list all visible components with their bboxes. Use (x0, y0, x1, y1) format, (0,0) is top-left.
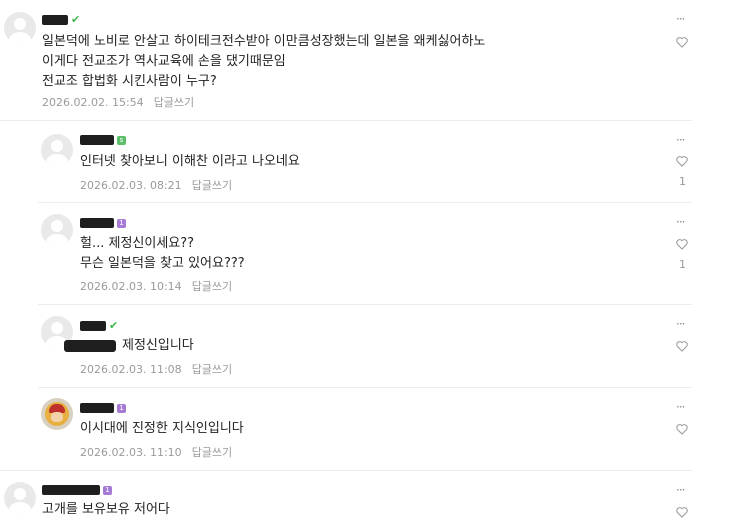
heart-icon[interactable] (675, 422, 689, 436)
divider (0, 120, 692, 121)
comment-meta: 2026.02.02. 15:54 답글쓰기 (42, 94, 194, 110)
comment-meta: 2026.02.03. 10:14 답글쓰기 (80, 278, 232, 294)
more-options-icon[interactable]: ··· (676, 318, 686, 330)
more-options-icon[interactable]: ··· (676, 484, 686, 496)
comment-text: 제정신입니다 (64, 336, 194, 356)
comment-text: 헐... 제정신이세요?? 무슨 일본덕을 찾고 있어요??? (80, 236, 245, 271)
comment-meta: 2026.02.03. 08:21 답글쓰기 (80, 177, 232, 193)
more-options-icon[interactable]: ··· (676, 134, 686, 146)
author-name[interactable]: 1 (80, 400, 126, 416)
heart-icon[interactable] (675, 35, 689, 49)
comment-date: 2026.02.02. 15:54 (42, 96, 144, 109)
reply-button[interactable]: 답글쓰기 (154, 96, 194, 109)
author-name[interactable]: ✔ (80, 318, 118, 334)
reply-button[interactable]: 답글쓰기 (192, 446, 232, 459)
comment-date: 2026.02.03. 11:08 (80, 363, 182, 376)
avatar[interactable] (4, 12, 36, 44)
reply-button[interactable]: 답글쓰기 (192, 280, 232, 293)
comment-text: 이시대에 진정한 지식인입니다 (80, 421, 244, 436)
avatar[interactable] (41, 398, 73, 430)
level-badge-icon: 1 (117, 218, 126, 228)
reply-button[interactable]: 답글쓰기 (192, 363, 232, 376)
divider (38, 304, 692, 305)
author-name[interactable]: s (80, 132, 126, 148)
more-options-icon[interactable]: ··· (676, 401, 686, 413)
heart-icon[interactable] (675, 154, 689, 168)
divider (38, 202, 692, 203)
heart-icon[interactable] (675, 505, 689, 519)
comment-date: 2026.02.03. 11:10 (80, 446, 182, 459)
author-name[interactable]: 1 (42, 482, 112, 498)
more-options-icon[interactable]: ··· (676, 13, 686, 25)
author-name[interactable]: 1 (80, 215, 126, 231)
heart-icon[interactable] (675, 339, 689, 353)
more-options-icon[interactable]: ··· (676, 216, 686, 228)
leaf-badge-icon: ✔ (109, 319, 119, 332)
comment-date: 2026.02.03. 08:21 (80, 179, 182, 192)
level-badge-icon: 1 (103, 485, 112, 495)
like-count: 1 (679, 258, 686, 271)
avatar[interactable] (4, 482, 36, 514)
comment-text: 인터넷 찾아보니 이해찬 이라고 나오네요 (80, 154, 300, 169)
author-name[interactable]: ✔ (42, 12, 80, 28)
comment-meta: 2026.02.03. 11:10 답글쓰기 (80, 444, 232, 460)
avatar[interactable] (41, 214, 73, 246)
redaction-mark (64, 339, 116, 352)
comment-date: 2026.02.03. 10:14 (80, 280, 182, 293)
comment-text: 일본덕에 노비로 안살고 하이테크전수받아 이만큼성장했는데 일본을 왜케싫어하… (42, 34, 486, 89)
level-badge-icon: 1 (117, 403, 126, 413)
heart-icon[interactable] (675, 237, 689, 251)
comment-section: ✔ 일본덕에 노비로 안살고 하이테크전수받아 이만큼성장했는데 일본을 왜케싫… (0, 0, 737, 530)
avatar[interactable] (41, 134, 73, 166)
comment-meta: 2026.02.03. 11:08 답글쓰기 (80, 361, 232, 377)
divider (38, 387, 692, 388)
comment-text: 고개를 보유보유 저어다 (42, 502, 170, 517)
leaf-badge-icon: ✔ (71, 13, 81, 26)
like-count: 1 (679, 175, 686, 188)
level-badge-icon: s (117, 135, 126, 145)
divider (0, 470, 692, 471)
reply-button[interactable]: 답글쓰기 (192, 179, 232, 192)
